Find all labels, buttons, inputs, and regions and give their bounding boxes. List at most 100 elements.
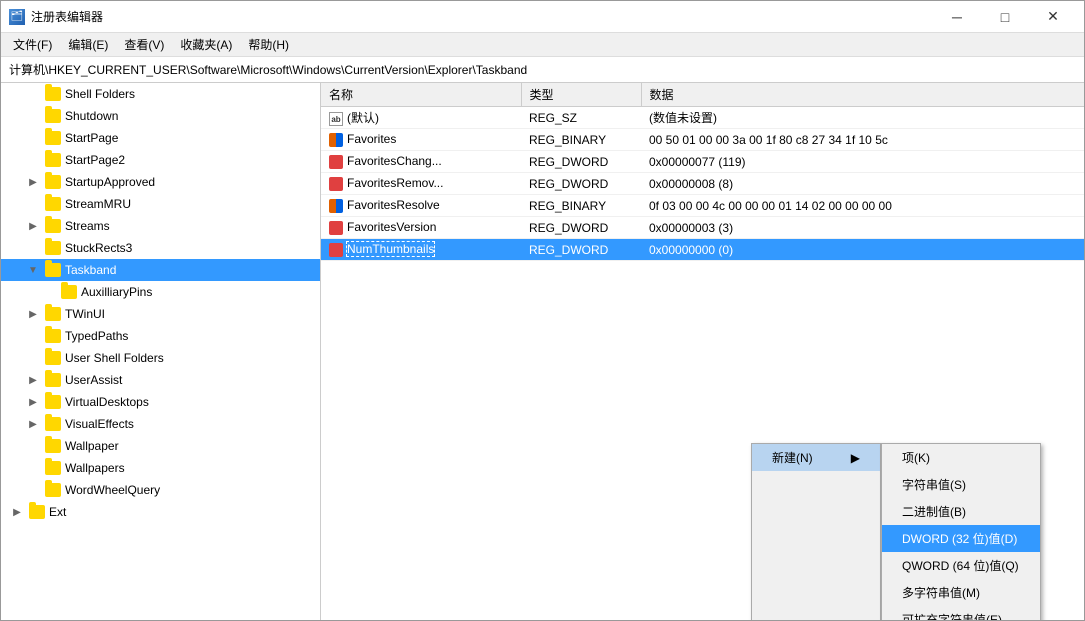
window-controls: ─ □ ✕	[934, 2, 1076, 32]
reg-data: 0x00000008 (8)	[641, 173, 1084, 195]
name-text: Favorites	[347, 132, 396, 146]
reg-icon-binary	[329, 133, 343, 147]
tree-item[interactable]: ▶ VisualEffects	[1, 413, 320, 435]
menu-view[interactable]: 查看(V)	[116, 34, 172, 55]
tree-label: StartPage2	[65, 153, 125, 167]
folder-icon	[45, 351, 61, 365]
menu-file[interactable]: 文件(F)	[5, 34, 60, 55]
tree-label: TWinUI	[65, 307, 105, 321]
tree-item[interactable]: WordWheelQuery	[1, 479, 320, 501]
tree-item[interactable]: ▶UserAssist	[1, 369, 320, 391]
table-row[interactable]: FavoritesRemov... REG_DWORD 0x00000008 (…	[321, 173, 1084, 195]
name-text: FavoritesChang...	[347, 154, 442, 168]
folder-icon	[45, 219, 61, 233]
expand-icon[interactable]: ▶	[25, 394, 41, 410]
reg-data: 0x00000003 (3)	[641, 217, 1084, 239]
folder-icon	[45, 87, 61, 101]
expand-icon[interactable]: ▶	[25, 372, 41, 388]
tree-item[interactable]: StartPage2	[1, 149, 320, 171]
tree-item[interactable]: AuxilliaryPins	[1, 281, 320, 303]
tree-item[interactable]: ▶Streams	[1, 215, 320, 237]
tree-scroll[interactable]: Shell FoldersShutdownStartPage StartPage2…	[1, 83, 320, 620]
tree-item[interactable]: StartPage	[1, 127, 320, 149]
expand-icon[interactable]: ▶	[25, 174, 41, 190]
expand-icon[interactable]: ▶	[9, 504, 25, 520]
sub-menu-item[interactable]: 项(K)	[882, 444, 1040, 471]
folder-icon	[45, 417, 61, 431]
reg-type: REG_DWORD	[521, 239, 641, 261]
table-row[interactable]: FavoritesResolve REG_BINARY 0f 03 00 00 …	[321, 195, 1084, 217]
folder-icon	[45, 241, 61, 255]
folder-icon	[45, 307, 61, 321]
minimize-button[interactable]: ─	[934, 2, 980, 32]
reg-type: REG_DWORD	[521, 173, 641, 195]
expand-icon[interactable]: ▶	[25, 416, 41, 432]
expand-spacer	[25, 152, 41, 168]
window-title: 注册表编辑器	[31, 8, 934, 25]
menu-help[interactable]: 帮助(H)	[240, 34, 297, 55]
expand-icon[interactable]: ▶	[25, 306, 41, 322]
close-button[interactable]: ✕	[1030, 2, 1076, 32]
col-data[interactable]: 数据	[641, 83, 1084, 107]
table-row[interactable]: Favorites REG_BINARY 00 50 01 00 00 3a 0…	[321, 129, 1084, 151]
tree-item[interactable]: StuckRects3	[1, 237, 320, 259]
col-name[interactable]: 名称	[321, 83, 521, 107]
folder-icon	[45, 395, 61, 409]
context-menu-wrapper: 新建(N) ▶ 项(K)字符串值(S)二进制值(B)DWORD (32 位)值(…	[751, 443, 1041, 620]
tree-label: Taskband	[65, 263, 116, 277]
sub-menu: 项(K)字符串值(S)二进制值(B)DWORD (32 位)值(D)QWORD …	[881, 443, 1041, 620]
tree-item[interactable]: ▶ TWinUI	[1, 303, 320, 325]
tree-item[interactable]: ▶StartupApproved	[1, 171, 320, 193]
tree-item[interactable]: Shutdown	[1, 105, 320, 127]
expand-icon[interactable]: ▶	[25, 218, 41, 234]
tree-item[interactable]: Wallpapers	[1, 457, 320, 479]
tree-label: VisualEffects	[65, 417, 134, 431]
main-window: 🗂 注册表编辑器 ─ □ ✕ 文件(F) 编辑(E) 查看(V) 收藏夹(A) …	[0, 0, 1085, 621]
col-type[interactable]: 类型	[521, 83, 641, 107]
expand-spacer	[25, 482, 41, 498]
sub-menu-item[interactable]: 字符串值(S)	[882, 471, 1040, 498]
table-row[interactable]: NumThumbnails REG_DWORD 0x00000000 (0)	[321, 239, 1084, 261]
tree-pane: Shell FoldersShutdownStartPage StartPage2…	[1, 83, 321, 620]
name-text: (默认)	[347, 111, 379, 125]
sub-menu-item[interactable]: 二进制值(B)	[882, 498, 1040, 525]
expand-icon[interactable]: ▼	[25, 262, 41, 278]
sub-menu-item[interactable]: QWORD (64 位)值(Q)	[882, 552, 1040, 579]
table-row[interactable]: ab(默认) REG_SZ (数值未设置)	[321, 107, 1084, 129]
folder-icon	[29, 505, 45, 519]
tree-item[interactable]: ▶VirtualDesktops	[1, 391, 320, 413]
table-row[interactable]: FavoritesChang... REG_DWORD 0x00000077 (…	[321, 151, 1084, 173]
reg-icon-ab: ab	[329, 112, 343, 126]
menu-favorites[interactable]: 收藏夹(A)	[172, 34, 240, 55]
folder-icon	[45, 175, 61, 189]
reg-name: Favorites	[321, 129, 521, 151]
reg-name: NumThumbnails	[321, 239, 521, 261]
tree-item[interactable]: User Shell Folders	[1, 347, 320, 369]
sub-menu-item[interactable]: 可扩充字符串值(E)	[882, 606, 1040, 620]
menu-edit[interactable]: 编辑(E)	[60, 34, 116, 55]
tree-item[interactable]: ▶ Ext	[1, 501, 320, 523]
expand-spacer	[25, 86, 41, 102]
tree-item[interactable]: TypedPaths	[1, 325, 320, 347]
sub-menu-item[interactable]: DWORD (32 位)值(D)	[882, 525, 1040, 552]
address-bar: 计算机\HKEY_CURRENT_USER\Software\Microsoft…	[1, 57, 1084, 83]
tree-item[interactable]: ▼ Taskband	[1, 259, 320, 281]
tree-label: Ext	[49, 505, 66, 519]
folder-icon	[45, 461, 61, 475]
tree-label: TypedPaths	[65, 329, 128, 343]
folder-icon	[61, 285, 77, 299]
address-text: 计算机\HKEY_CURRENT_USER\Software\Microsoft…	[9, 61, 527, 78]
reg-type: REG_SZ	[521, 107, 641, 129]
tree-item[interactable]: Shell Folders	[1, 83, 320, 105]
reg-data: 0f 03 00 00 4c 00 00 00 01 14 02 00 00 0…	[641, 195, 1084, 217]
sub-menu-item[interactable]: 多字符串值(M)	[882, 579, 1040, 606]
context-menu-new[interactable]: 新建(N) ▶	[752, 444, 880, 471]
name-text: FavoritesVersion	[347, 220, 436, 234]
reg-type: REG_DWORD	[521, 151, 641, 173]
maximize-button[interactable]: □	[982, 2, 1028, 32]
tree-item[interactable]: StreamMRU	[1, 193, 320, 215]
folder-icon	[45, 373, 61, 387]
submenu-arrow: ▶	[851, 451, 860, 465]
tree-item[interactable]: Wallpaper	[1, 435, 320, 457]
table-row[interactable]: FavoritesVersion REG_DWORD 0x00000003 (3…	[321, 217, 1084, 239]
